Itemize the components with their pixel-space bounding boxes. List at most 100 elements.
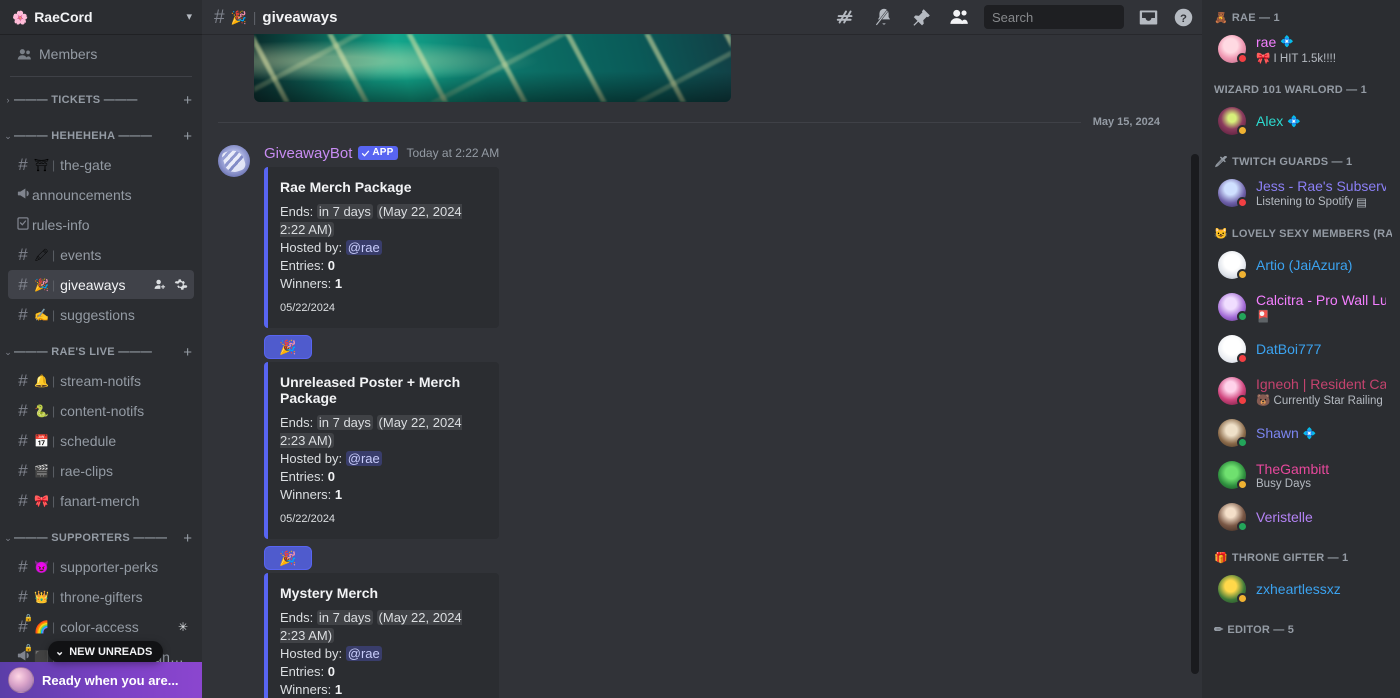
member-text: TheGambitt Busy Days — [1256, 461, 1386, 490]
category-header[interactable]: ⌄ ——— HEHEHEHA ——— + — [0, 123, 202, 149]
member-list-item[interactable]: Alex 💠 — [1212, 100, 1392, 142]
chevron-down-icon[interactable]: ▾ — [186, 11, 192, 23]
member-group-label: EDITOR — 5 — [1227, 624, 1295, 636]
host-mention[interactable]: @rae — [345, 240, 382, 255]
members-icon — [16, 46, 33, 63]
avatar[interactable] — [1218, 179, 1248, 208]
add-member-icon[interactable] — [153, 277, 168, 292]
avatar[interactable] — [1218, 335, 1248, 364]
embed-footer: 05/22/2024 — [280, 513, 336, 525]
message-scrollbar[interactable] — [1188, 34, 1202, 698]
avatar[interactable] — [1218, 107, 1248, 136]
sidebar-item-giveaways[interactable]: # 🎉 | giveaways — [8, 270, 194, 299]
role-icon: 🧸 — [1214, 12, 1228, 24]
scrollbar-thumb[interactable] — [1191, 154, 1199, 674]
sidebar-item-throne-gifters[interactable]: # 👑 | throne-gifters — [8, 582, 194, 611]
member-activity-text: Busy Days — [1256, 477, 1311, 490]
member-group-label: THRONE GIFTER — 1 — [1231, 552, 1349, 564]
reaction-button[interactable]: 🎉 — [264, 335, 312, 359]
member-list-item[interactable]: TheGambitt Busy Days — [1212, 454, 1392, 496]
member-list-item[interactable]: Artio (JaiAzura) — [1212, 244, 1392, 286]
status-badge — [1237, 53, 1248, 64]
rules-icon — [14, 216, 32, 234]
host-mention[interactable]: @rae — [345, 451, 382, 466]
category-header[interactable]: ⌄ ——— RAE'S LIVE ——— + — [0, 339, 202, 365]
sidebar-item-label: announcements — [32, 186, 132, 203]
avatar[interactable] — [1218, 461, 1248, 490]
member-list-item[interactable]: Calcitra - Pro Wall Lu... 🎴 — [1212, 286, 1392, 328]
attached-image-preview[interactable] — [254, 34, 731, 102]
sidebar-item-rae-clips[interactable]: # 🎬 | rae-clips — [8, 456, 194, 485]
member-list-item[interactable]: Veristelle — [1212, 496, 1392, 538]
server-header[interactable]: 🌸 RaeCord ▾ — [0, 0, 202, 34]
sidebar-divider — [10, 76, 192, 77]
avatar[interactable] — [1218, 419, 1248, 448]
chevron-down-icon: ⌄ — [55, 646, 65, 658]
boost-icon: 💠 — [1302, 427, 1317, 440]
avatar[interactable] — [1218, 35, 1248, 64]
add-channel-icon[interactable]: + — [183, 129, 194, 144]
user-panel[interactable]: Ready when you are... — [0, 662, 202, 698]
party-popper-icon: 🎉 — [279, 550, 297, 566]
role-icon: 🎁 — [1214, 552, 1228, 564]
hosted-label: Hosted by: — [280, 646, 343, 661]
sidebar-item-content-notifs[interactable]: # 🐍 | content-notifs — [8, 396, 194, 425]
member-list-item[interactable]: rae 💠 🎀 I HIT 1.5k!!!! — [1212, 28, 1392, 70]
winners-value: 1 — [334, 276, 343, 291]
host-mention[interactable]: @rae — [345, 646, 382, 661]
bell-muted-icon[interactable] — [873, 6, 895, 28]
search-box[interactable] — [984, 5, 1168, 29]
reaction-button[interactable]: 🎉 — [264, 546, 312, 570]
status-badge — [1237, 521, 1248, 532]
sidebar-item-members[interactable]: Members — [8, 40, 194, 68]
inbox-icon[interactable] — [1138, 7, 1159, 28]
message-author[interactable]: GiveawayBot — [264, 145, 352, 162]
member-list-item[interactable]: zxheartlessxz — [1212, 568, 1392, 610]
pin-icon[interactable] — [911, 7, 932, 28]
embed-title: Mystery Merch — [280, 585, 379, 601]
embed-winners-line: Winners: 1 — [280, 486, 483, 504]
user-status-text: Ready when you are... — [42, 672, 179, 688]
sidebar-item-color-access[interactable]: #🌈| color-access ✳ — [8, 612, 194, 641]
sidebar-item-suggestions[interactable]: # ✍ | suggestions — [8, 300, 194, 329]
avatar[interactable] — [1218, 251, 1248, 280]
category-header[interactable]: ⌄ ——— SUPPORTERS ——— + — [0, 525, 202, 551]
threads-icon[interactable] — [835, 6, 857, 28]
help-icon[interactable]: ? — [1173, 7, 1194, 28]
avatar[interactable] — [1218, 575, 1248, 604]
member-activity: 🎴 — [1256, 309, 1386, 323]
member-group-label: RAE — 1 — [1231, 12, 1280, 24]
sidebar-item-label: rae-clips — [60, 462, 114, 479]
add-channel-icon[interactable]: + — [183, 345, 194, 360]
topbar-icon-group — [835, 6, 970, 28]
role-icon: 😺 — [1214, 228, 1228, 240]
avatar[interactable] — [1218, 293, 1248, 322]
add-channel-icon[interactable]: + — [183, 531, 194, 546]
member-list-item[interactable]: Igneoh | Resident Cap...🐻 Currently Star… — [1212, 370, 1392, 412]
member-list-item[interactable]: DatBoi777 — [1212, 328, 1392, 370]
member-list-item[interactable]: Jess - Rae's Subserve...Listening to Spo… — [1212, 172, 1392, 214]
members-icon[interactable] — [948, 6, 970, 28]
sidebar-item-the-gate[interactable]: # ⛩ | the-gate — [8, 150, 194, 179]
sidebar-item-announcements[interactable]: announcements — [8, 180, 194, 209]
add-channel-icon[interactable]: + — [183, 93, 194, 108]
avatar[interactable] — [1218, 503, 1248, 532]
gear-icon[interactable] — [173, 277, 188, 292]
new-unreads-pill[interactable]: ⌄ NEW UNREADS — [48, 641, 164, 662]
avatar[interactable] — [8, 667, 34, 693]
avatar[interactable] — [1218, 377, 1248, 406]
separator: | — [52, 277, 56, 292]
sidebar-item-fanart-merch[interactable]: # 🎀 | fanart-merch — [8, 486, 194, 515]
member-name: zxheartlessxz — [1256, 581, 1341, 597]
sidebar-item-schedule[interactable]: # 📅 | schedule — [8, 426, 194, 455]
category-header[interactable]: › ——— TICKETS ——— + — [0, 87, 202, 113]
status-badge — [1237, 437, 1248, 448]
sidebar-item-events[interactable]: # 🖍 | events — [8, 240, 194, 269]
sidebar-item-supporter-perks[interactable]: # 😈 | supporter-perks — [8, 552, 194, 581]
sidebar-item-rules-info[interactable]: rules-info — [8, 210, 194, 239]
member-group-label: TWITCH GUARDS — 1 — [1232, 156, 1353, 168]
avatar[interactable] — [218, 145, 250, 177]
member-list-item[interactable]: Shawn 💠 — [1212, 412, 1392, 454]
sidebar-item-stream-notifs[interactable]: # 🔔 | stream-notifs — [8, 366, 194, 395]
status-badge — [1237, 197, 1248, 208]
